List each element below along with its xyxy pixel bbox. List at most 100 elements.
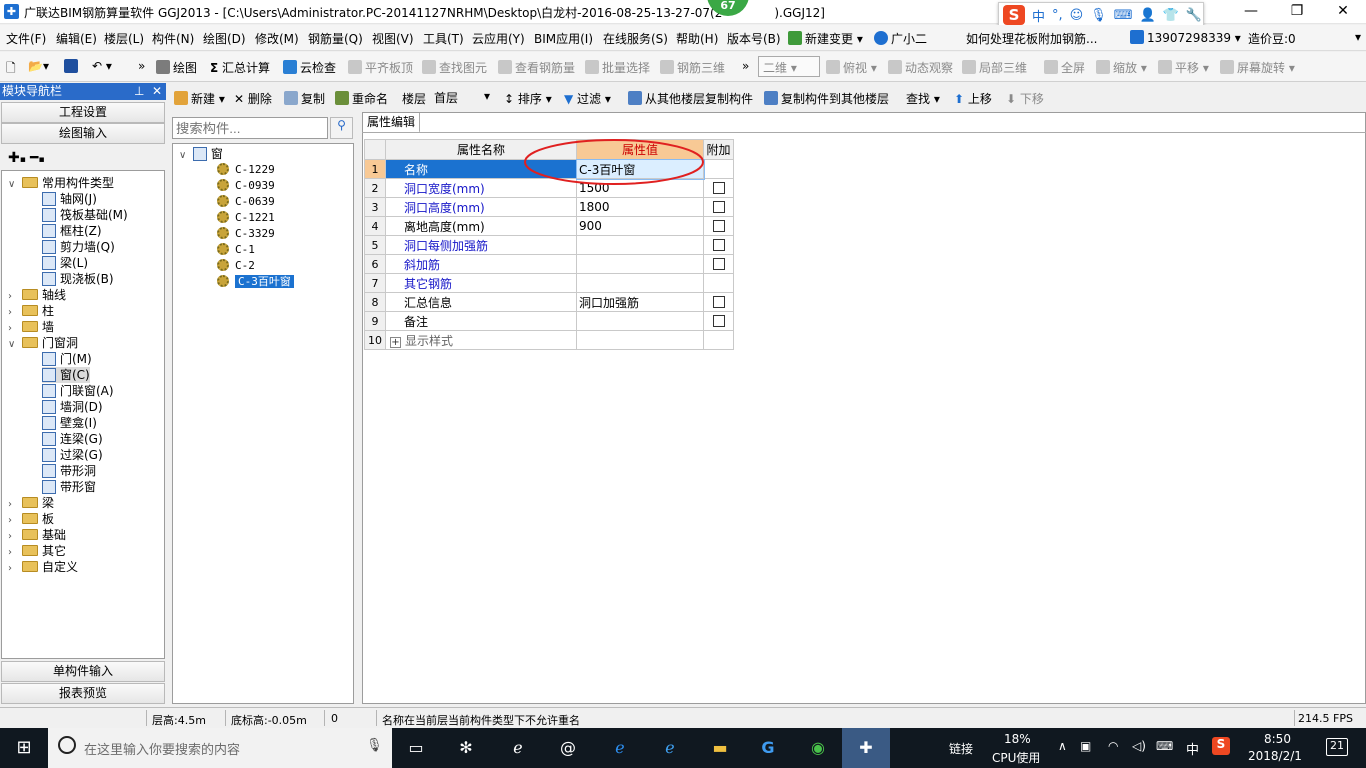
find-button[interactable]: 查找 ▾	[906, 90, 940, 107]
keyboard-icon[interactable]: ⌨	[1156, 739, 1173, 753]
sogou-tray-icon[interactable]: S	[1212, 737, 1230, 755]
tree-item[interactable]: 窗(C)	[42, 367, 90, 383]
tree-folder[interactable]: › 轴线	[8, 287, 66, 303]
component-item[interactable]: C-1229	[217, 162, 275, 178]
emoji-icon[interactable]: ☺	[1070, 8, 1084, 23]
project-settings-button[interactable]: 工程设置	[1, 102, 165, 123]
wifi-icon[interactable]: ◠	[1108, 739, 1118, 753]
tree-folder[interactable]: › 梁	[8, 495, 54, 511]
extra-cell[interactable]	[703, 197, 734, 217]
property-name[interactable]: 备注	[385, 311, 577, 331]
fan-app-icon[interactable]: ✻	[454, 736, 478, 760]
menu-online[interactable]: 在线服务(S)	[603, 30, 668, 47]
menu-file[interactable]: 文件(F)	[6, 30, 46, 47]
ie-browser-icon[interactable]: ℯ	[506, 736, 530, 760]
menu-tools[interactable]: 工具(T)	[423, 30, 464, 47]
component-item[interactable]: C-3329	[217, 226, 275, 242]
menu-cloud[interactable]: 云应用(Y)	[472, 30, 525, 47]
extra-cell[interactable]	[703, 292, 734, 312]
assistant-button[interactable]: 广小二	[874, 30, 927, 47]
new-change-button[interactable]: 新建变更 ▾	[788, 30, 863, 47]
tree-item[interactable]: 框柱(Z)	[42, 223, 102, 239]
property-name[interactable]: 其它钢筋	[385, 273, 577, 293]
tree-folder[interactable]: › 自定义	[8, 559, 78, 575]
rename-button[interactable]: 重命名	[335, 90, 388, 107]
tree-folder[interactable]: › 其它	[8, 543, 66, 559]
pin-icon[interactable]: ⊥	[134, 83, 144, 100]
property-value[interactable]: 900	[576, 216, 704, 236]
row-number[interactable]: 9	[364, 311, 386, 331]
more-chevron-icon[interactable]: »	[138, 59, 145, 73]
row-number[interactable]: 4	[364, 216, 386, 236]
clock-date[interactable]: 2018/2/1	[1248, 749, 1302, 763]
menu-draw[interactable]: 绘图(D)	[203, 30, 246, 47]
open-file-icon[interactable]: 📂▾	[28, 59, 49, 73]
network-icon[interactable]: ▣	[1080, 739, 1091, 753]
extra-cell[interactable]	[703, 254, 734, 274]
extra-cell[interactable]	[703, 159, 734, 179]
col-header-extra[interactable]: 附加	[703, 139, 734, 160]
expand-all-icon[interactable]: ✚▪	[8, 150, 26, 166]
pan-button[interactable]: 平移 ▾	[1158, 59, 1209, 76]
row-number[interactable]: 5	[364, 235, 386, 255]
task-view-icon[interactable]: ▭	[404, 736, 428, 760]
tray-expand-icon[interactable]: ∧	[1058, 739, 1067, 753]
extra-cell[interactable]	[703, 273, 734, 293]
tree-folder[interactable]: ∨ 常用构件类型	[8, 175, 114, 191]
menu-edit[interactable]: 编辑(E)	[56, 30, 97, 47]
close-icon[interactable]: ✕	[152, 83, 162, 100]
extra-checkbox[interactable]	[712, 239, 725, 251]
rebar-3d-button[interactable]: 钢筋三维	[660, 59, 725, 76]
rotate-button[interactable]: 屏幕旋转 ▾	[1220, 59, 1295, 76]
property-row[interactable]: 8 汇总信息 洞口加强筋	[364, 292, 734, 312]
view-mode-select[interactable]: 二维 ▾	[758, 56, 820, 77]
edge-icon[interactable]: ℯ	[608, 736, 632, 760]
ime-indicator[interactable]: 中	[1186, 739, 1199, 758]
sort-button[interactable]: ↕ 排序 ▾	[504, 90, 552, 107]
move-up-button[interactable]: ⬆ 上移	[954, 90, 992, 107]
property-row[interactable]: 9 备注	[364, 311, 734, 331]
green-app-icon[interactable]: ◉	[806, 736, 830, 760]
cloud-check-button[interactable]: 云检查	[283, 59, 336, 76]
notification-badge[interactable]: 21	[1326, 738, 1348, 756]
component-item[interactable]: C-3百叶窗	[217, 274, 294, 290]
close-icon[interactable]: ✕	[1320, 0, 1366, 24]
menu-more-icon[interactable]: ▾	[1355, 30, 1361, 44]
property-name[interactable]: 斜加筋	[385, 254, 577, 274]
row-number[interactable]: 7	[364, 273, 386, 293]
tree-folder[interactable]: › 板	[8, 511, 54, 527]
save-icon[interactable]	[64, 59, 81, 74]
chevron-down-icon[interactable]: ∨	[8, 337, 18, 353]
new-component-button[interactable]: 新建 ▾	[174, 90, 225, 107]
fullscreen-button[interactable]: 全屏	[1044, 59, 1085, 76]
sum-button[interactable]: Σ 汇总计算	[210, 59, 270, 76]
keyboard-icon[interactable]: ⌨	[1114, 8, 1133, 23]
property-value[interactable]: 洞口加强筋	[576, 292, 704, 312]
tree-item[interactable]: 门(M)	[42, 351, 92, 367]
property-value[interactable]	[576, 235, 704, 255]
undo-icon[interactable]: ↶ ▾	[92, 59, 112, 73]
more-chevron-icon[interactable]: »	[742, 59, 749, 73]
extra-checkbox[interactable]	[712, 182, 725, 194]
property-name[interactable]: 洞口每侧加强筋	[385, 235, 577, 255]
file-explorer-icon[interactable]: ▬	[708, 736, 732, 760]
menu-view[interactable]: 视图(V)	[372, 30, 414, 47]
menu-rebar-qty[interactable]: 钢筋量(Q)	[308, 30, 363, 47]
clock-time[interactable]: 8:50	[1264, 732, 1291, 746]
search-icon[interactable]: ⚲	[330, 117, 353, 139]
ie-icon[interactable]: ℯ	[658, 736, 682, 760]
delete-button[interactable]: ✕ 删除	[234, 90, 272, 107]
component-item[interactable]: C-1	[217, 242, 255, 258]
tree-item[interactable]: 梁(L)	[42, 255, 88, 271]
tree-item[interactable]: 轴网(J)	[42, 191, 97, 207]
minimize-icon[interactable]: —	[1228, 0, 1274, 24]
user-icon[interactable]: 👤	[1140, 8, 1156, 23]
draw-button[interactable]: 绘图	[156, 59, 197, 76]
ime-lang[interactable]: 中	[1032, 6, 1045, 25]
floor-select[interactable]: 首层 ▾	[432, 88, 492, 107]
ime-punct-icon[interactable]: °,	[1052, 8, 1063, 23]
row-number[interactable]: 2	[364, 178, 386, 198]
menu-floor[interactable]: 楼层(L)	[104, 30, 144, 47]
tree-item[interactable]: 过梁(G)	[42, 447, 103, 463]
menu-bim[interactable]: BIM应用(I)	[534, 30, 593, 47]
